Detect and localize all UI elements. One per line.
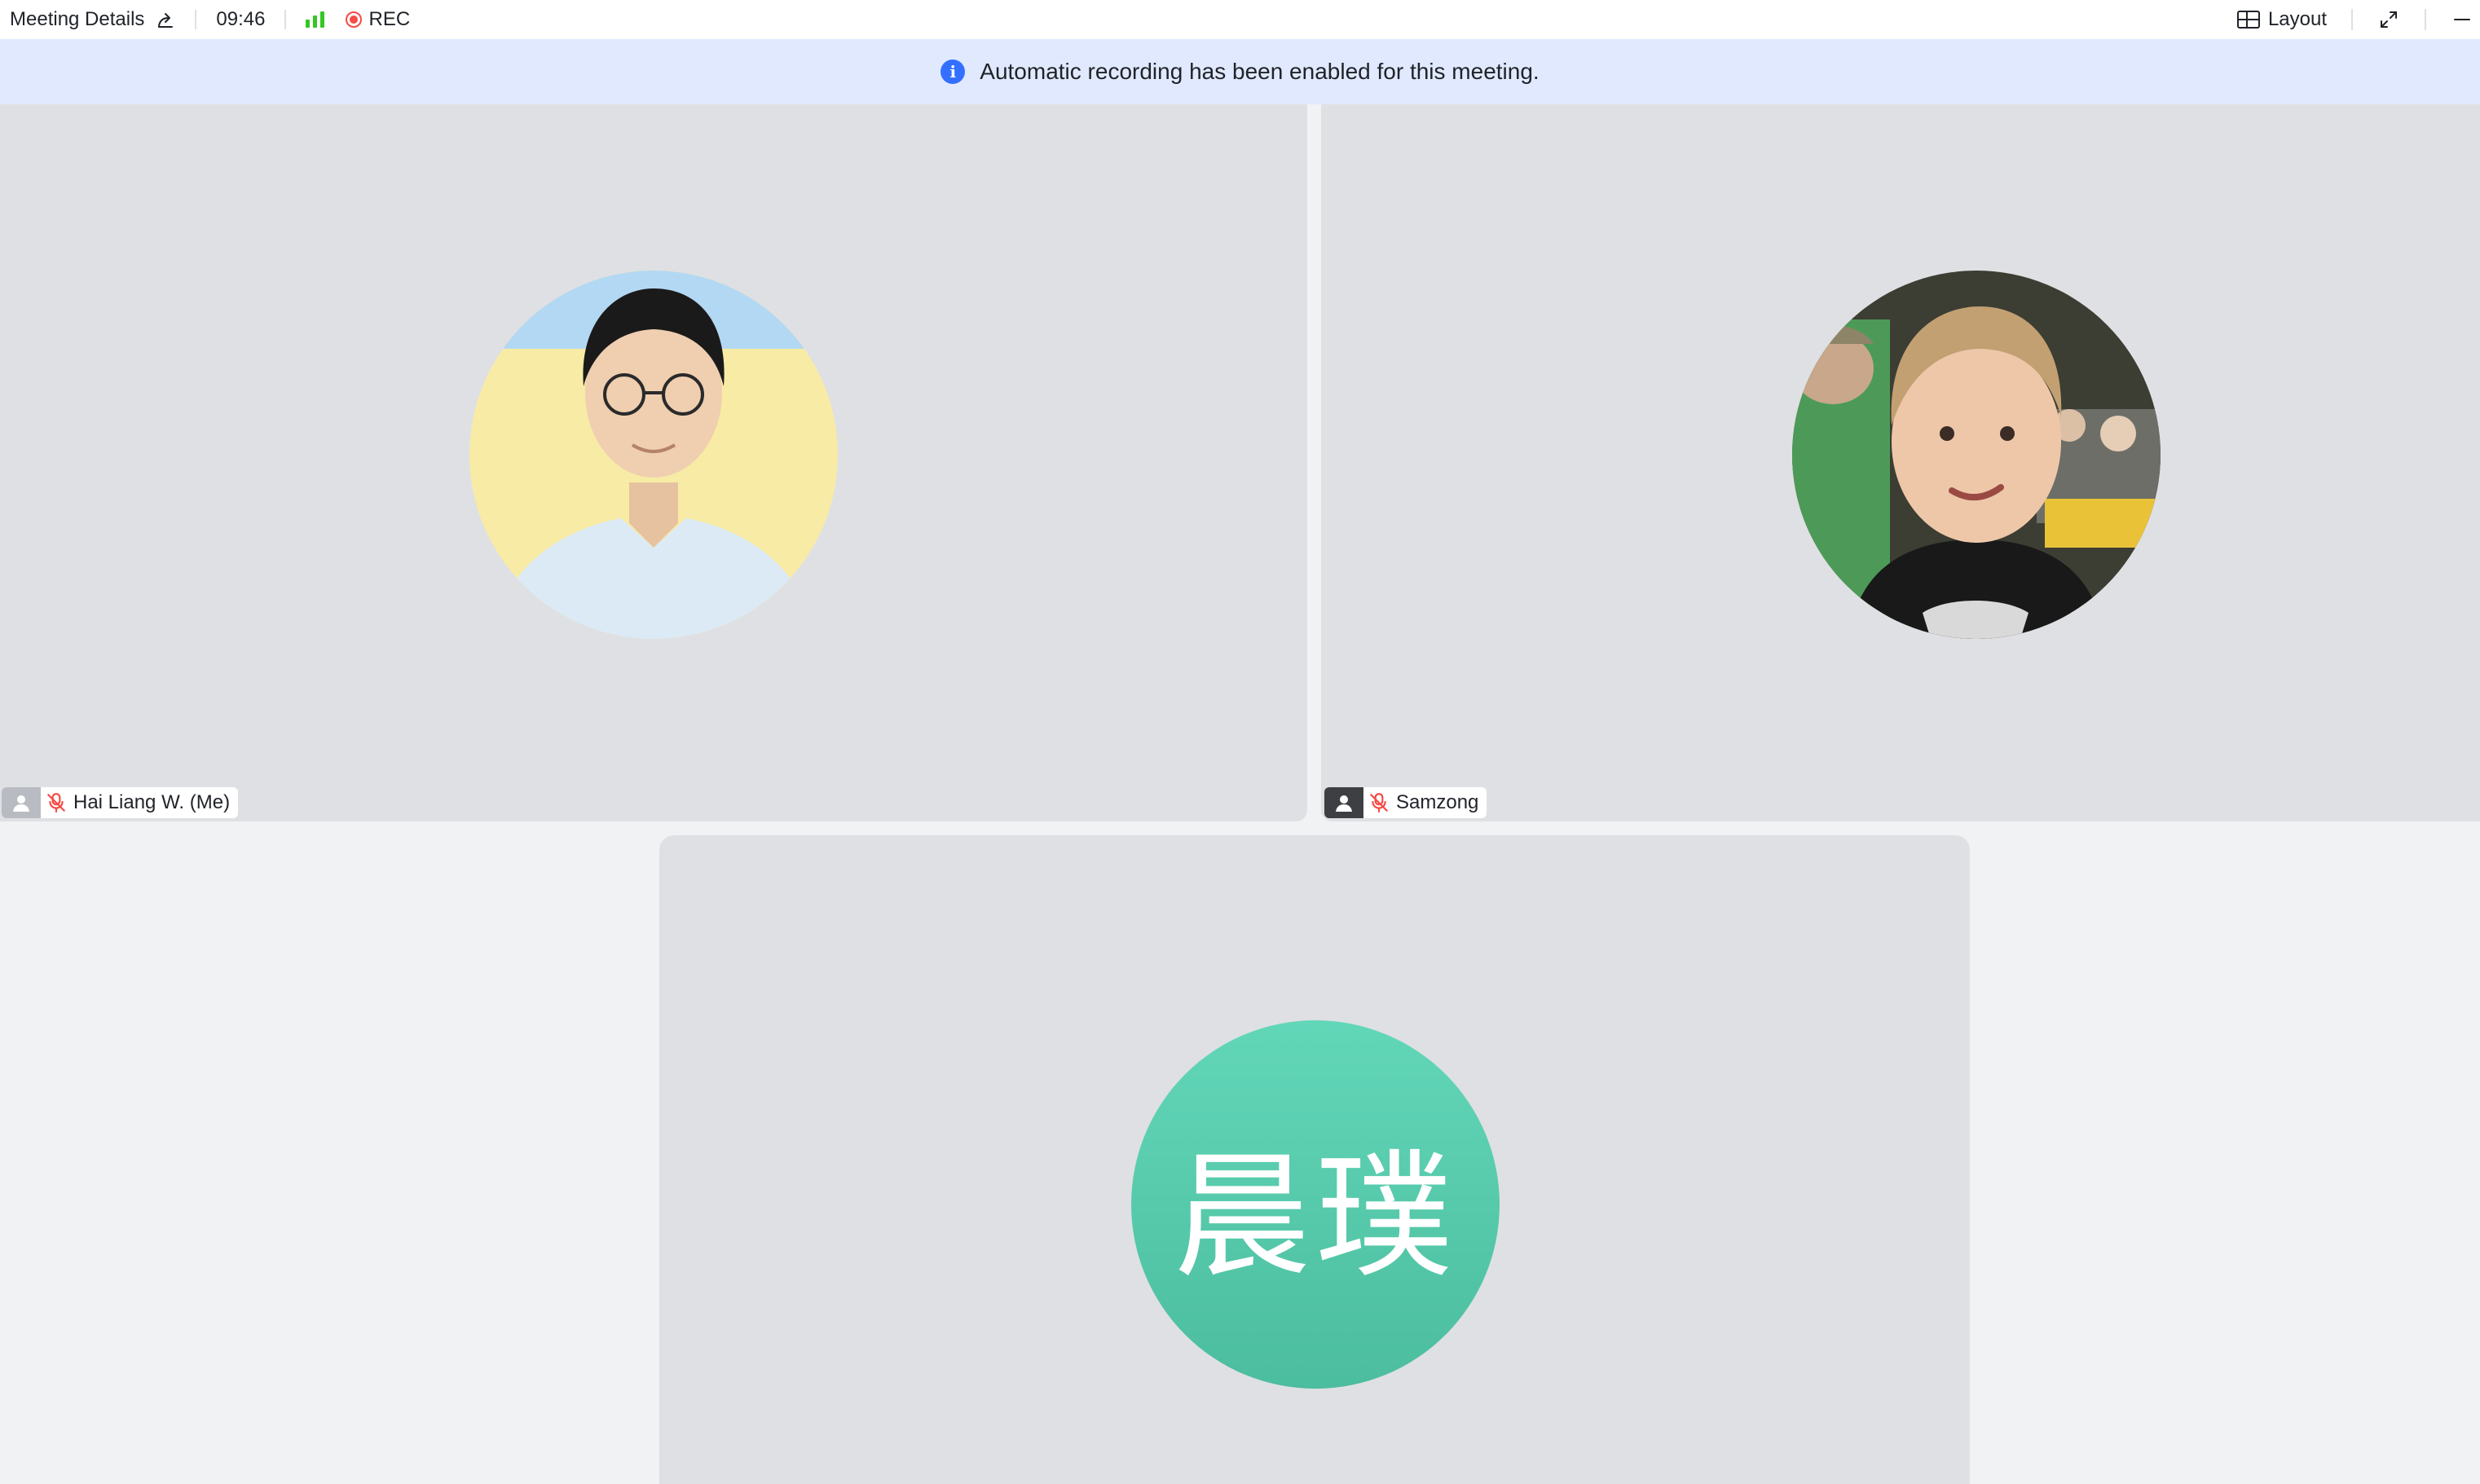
expand-icon[interactable] xyxy=(2377,8,2400,31)
avatar-initials: 晨璞 xyxy=(1174,1136,1457,1297)
participant-tile[interactable]: Samzong xyxy=(1321,104,2480,821)
share-icon[interactable] xyxy=(156,10,175,29)
divider xyxy=(2351,9,2353,30)
divider xyxy=(195,10,197,29)
layout-button[interactable]: Layout xyxy=(2236,8,2327,31)
layout-label: Layout xyxy=(2267,8,2327,30)
participant-tile[interactable]: Hai Liang W. (Me) xyxy=(0,104,1307,821)
person-icon xyxy=(2,787,41,818)
banner-message: Automatic recording has been enabled for… xyxy=(980,59,1540,84)
divider xyxy=(284,10,287,29)
meeting-timer: 09:46 xyxy=(216,8,266,30)
recording-notice-banner: i Automatic recording has been enabled f… xyxy=(0,39,2480,104)
info-icon: i xyxy=(940,59,966,84)
record-icon xyxy=(346,11,363,28)
participant-name-tag: Samzong xyxy=(1324,787,1487,818)
avatar: 晨璞 xyxy=(1131,1020,1500,1389)
participant-name-tag: Hai Liang W. (Me) xyxy=(2,787,239,818)
participant-tile[interactable]: 晨璞 xyxy=(659,835,1970,1484)
mic-muted-icon xyxy=(1367,790,1391,815)
meeting-toolbar: Meeting Details 09:46 REC Layout xyxy=(0,0,2480,39)
recording-indicator[interactable]: REC xyxy=(346,8,410,31)
layout-icon xyxy=(2236,10,2260,29)
rec-label: REC xyxy=(368,8,411,30)
signal-icon[interactable] xyxy=(306,11,325,28)
meeting-details-button[interactable]: Meeting Details xyxy=(10,8,144,31)
avatar xyxy=(1792,271,2161,639)
person-icon xyxy=(1324,787,1363,818)
participant-name: Samzong xyxy=(1396,791,1479,813)
avatar xyxy=(469,271,838,639)
mic-muted-icon xyxy=(44,790,68,815)
participant-name: Hai Liang W. (Me) xyxy=(73,791,231,813)
minimize-icon[interactable] xyxy=(2451,8,2473,31)
divider xyxy=(2425,9,2426,30)
